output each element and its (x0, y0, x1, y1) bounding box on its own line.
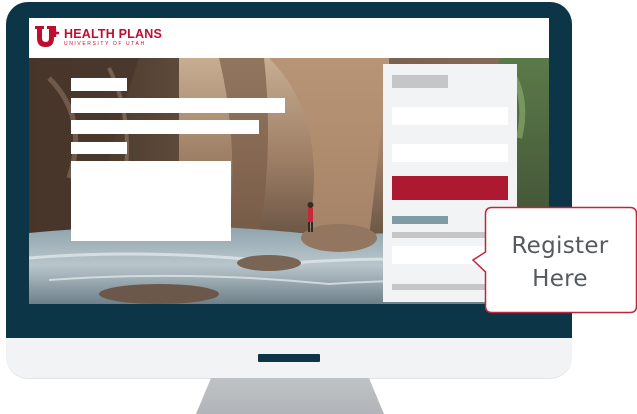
hero-eyebrow-placeholder (71, 78, 127, 91)
monitor-logo-bar (258, 354, 320, 362)
register-here-callout[interactable]: Register Here (471, 206, 637, 314)
monitor-stand (196, 378, 384, 414)
hero-headline-placeholder (71, 98, 285, 113)
hero-headline-placeholder (71, 120, 259, 134)
brand-logo-link[interactable]: HEALTH PLANS UNIVERSITY OF UTAH (34, 25, 162, 49)
password-input-placeholder[interactable] (392, 144, 508, 162)
brand-title: HEALTH PLANS (64, 26, 162, 41)
hero-subheading-placeholder (71, 142, 127, 154)
site-header: HEALTH PLANS UNIVERSITY OF UTAH (29, 18, 549, 58)
university-u-logo-icon (35, 26, 59, 47)
hero-body-placeholder (71, 161, 231, 241)
callout-line-1: Register (511, 233, 609, 259)
sign-in-button[interactable] (392, 176, 508, 200)
username-input-placeholder[interactable] (392, 107, 508, 125)
brand-subtitle: UNIVERSITY OF UTAH (64, 40, 146, 47)
callout-line-2: Here (532, 266, 588, 292)
form-heading-placeholder (392, 75, 448, 88)
register-link-placeholder[interactable] (392, 216, 448, 224)
